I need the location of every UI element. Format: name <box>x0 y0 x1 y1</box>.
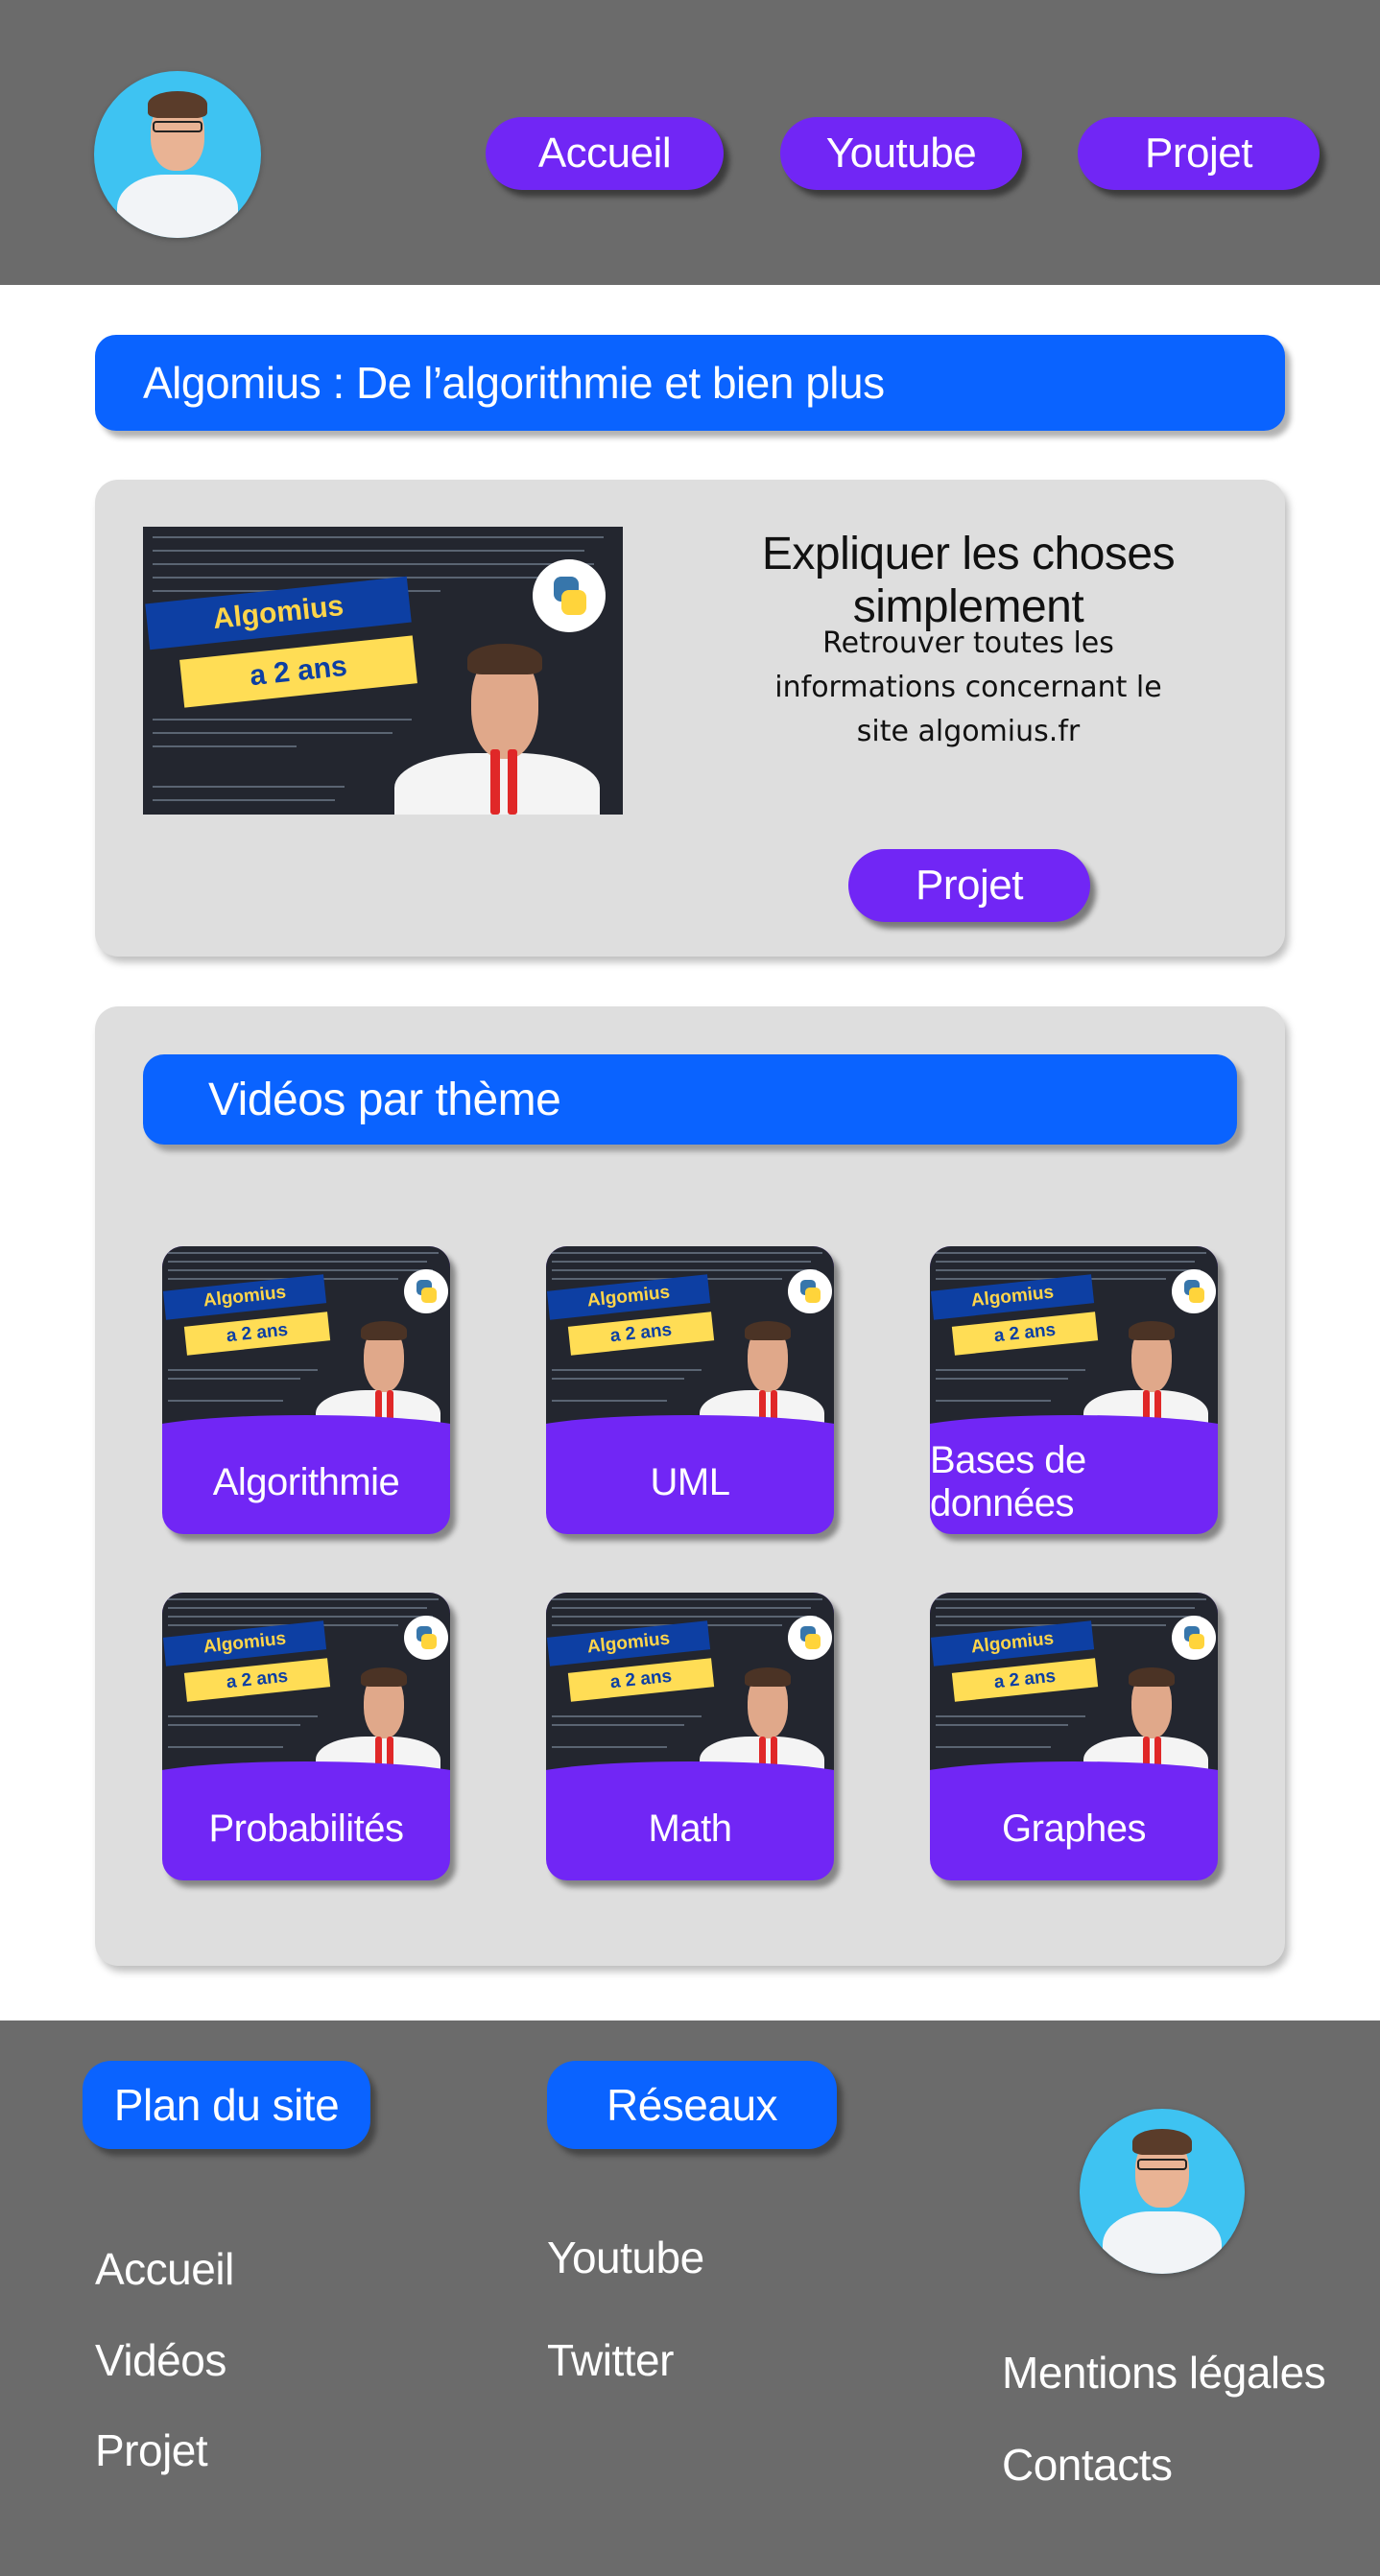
thumbnail-title-band: Algomius <box>930 1274 1095 1320</box>
theme-card[interactable]: Algomius a 2 ans Algorithmie <box>162 1246 450 1534</box>
theme-card[interactable]: Algomius a 2 ans Bases de données <box>930 1246 1218 1534</box>
thumbnail-subtitle-band: a 2 ans <box>567 1312 715 1356</box>
python-logo-icon <box>404 1616 448 1660</box>
footer-link-twitter[interactable]: Twitter <box>547 2334 674 2386</box>
themes-title-banner: Vidéos par thème <box>143 1054 1237 1145</box>
footer-link-contacts[interactable]: Contacts <box>1002 2439 1173 2491</box>
site-header: Accueil Youtube Projet <box>0 0 1380 285</box>
theme-label: UML <box>650 1460 730 1503</box>
theme-thumbnail: Algomius a 2 ans <box>546 1246 834 1438</box>
nav-projet-button[interactable]: Projet <box>1078 117 1320 190</box>
python-logo-icon <box>404 1269 448 1313</box>
python-logo-icon <box>533 559 606 632</box>
page-title: Algomius : De l’algorithmie et bien plus <box>143 358 885 408</box>
footer-link-mentions-legales[interactable]: Mentions légales <box>1002 2347 1326 2399</box>
theme-thumbnail: Algomius a 2 ans <box>162 1593 450 1784</box>
page-title-banner: Algomius : De l’algorithmie et bien plus <box>95 335 1285 431</box>
python-logo-icon <box>788 1616 832 1660</box>
python-logo-icon <box>1172 1616 1216 1660</box>
projet-button[interactable]: Projet <box>848 849 1090 922</box>
footer-link-youtube[interactable]: Youtube <box>547 2232 704 2283</box>
thumbnail-subtitle-band: a 2 ans <box>183 1658 331 1702</box>
theme-thumbnail: Algomius a 2 ans <box>162 1246 450 1438</box>
footer-link-projet[interactable]: Projet <box>95 2424 208 2476</box>
nav-accueil-button[interactable]: Accueil <box>486 117 724 190</box>
plan-du-site-button[interactable]: Plan du site <box>83 2061 370 2149</box>
footer-avatar[interactable] <box>1080 2109 1245 2274</box>
theme-label: Bases de données <box>930 1439 1086 1524</box>
intro-thumbnail[interactable]: Algomius a 2 ans <box>143 527 623 815</box>
theme-label: Graphes <box>1002 1807 1146 1850</box>
intro-text: Retrouver toutes les informations concer… <box>774 626 1162 748</box>
avatar[interactable] <box>94 71 261 238</box>
thumbnail-subtitle-band: a 2 ans <box>951 1658 1099 1702</box>
thumbnail-title-band: Algomius <box>546 1274 711 1320</box>
intro-heading: Expliquer les choses simplement <box>761 529 1176 632</box>
python-logo-icon <box>788 1269 832 1313</box>
theme-label: Probabilités <box>208 1807 404 1850</box>
theme-card[interactable]: Algomius a 2 ans UML <box>546 1246 834 1534</box>
theme-thumbnail: Algomius a 2 ans <box>930 1246 1218 1438</box>
thumbnail-subtitle-band: a 2 ans <box>183 1312 331 1356</box>
theme-card[interactable]: Algomius a 2 ans Math <box>546 1593 834 1880</box>
theme-thumbnail: Algomius a 2 ans <box>930 1593 1218 1784</box>
thumbnail-subtitle-band: a 2 ans <box>179 635 417 708</box>
thumbnail-title-band: Algomius <box>546 1620 711 1666</box>
python-logo-icon <box>1172 1269 1216 1313</box>
thumbnail-title-band: Algomius <box>162 1620 327 1666</box>
theme-label: Algorithmie <box>212 1460 400 1503</box>
thumbnail-title-band: Algomius <box>145 576 412 650</box>
theme-label: Math <box>648 1807 732 1850</box>
thumbnail-title-band: Algomius <box>162 1274 327 1320</box>
nav-youtube-button[interactable]: Youtube <box>780 117 1022 190</box>
themes-title: Vidéos par thème <box>208 1074 561 1125</box>
thumbnail-subtitle-band: a 2 ans <box>567 1658 715 1702</box>
intro-card: Algomius a 2 ans Expliquer les choses si… <box>95 480 1285 957</box>
thumbnail-subtitle-band: a 2 ans <box>951 1312 1099 1356</box>
footer-link-videos[interactable]: Vidéos <box>95 2334 226 2386</box>
footer-link-accueil[interactable]: Accueil <box>95 2243 234 2295</box>
site-footer: Plan du site Réseaux Accueil Vidéos Proj… <box>0 2021 1380 2576</box>
theme-card[interactable]: Algomius a 2 ans Probabilités <box>162 1593 450 1880</box>
themes-card: Vidéos par thème Algomius a 2 ans Algori… <box>95 1006 1285 1966</box>
reseaux-button[interactable]: Réseaux <box>547 2061 837 2149</box>
thumbnail-title-band: Algomius <box>930 1620 1095 1666</box>
theme-card[interactable]: Algomius a 2 ans Graphes <box>930 1593 1218 1880</box>
theme-thumbnail: Algomius a 2 ans <box>546 1593 834 1784</box>
